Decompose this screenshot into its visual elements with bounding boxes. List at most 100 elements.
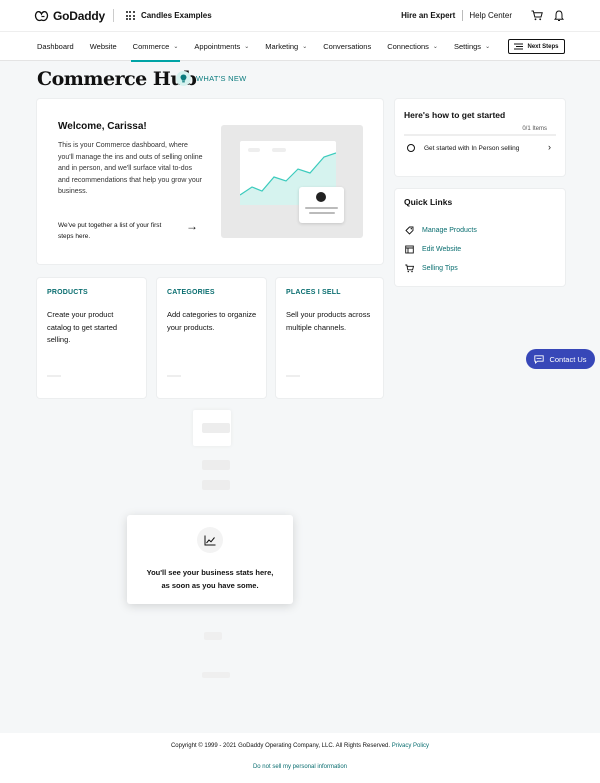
card-label: PRODUCTS <box>47 289 88 296</box>
card-text: Create your product catalog to get start… <box>47 310 118 344</box>
illustration-line <box>305 207 338 209</box>
welcome-card: Welcome, Carissa! This is your Commerce … <box>37 99 383 264</box>
card-text: Add categories to organize your products… <box>167 310 257 332</box>
progress-bar <box>404 134 556 136</box>
nav-label: Website <box>89 41 117 51</box>
contact-us-button[interactable]: Contact Us <box>526 349 595 369</box>
quick-link-selling-tips[interactable]: Selling Tips <box>405 264 458 273</box>
nav-conversations[interactable]: Conversations <box>323 31 371 61</box>
logo-text: GoDaddy <box>53 8 105 23</box>
cart-icon[interactable] <box>530 9 544 23</box>
quick-link-label: Manage Products <box>422 227 477 234</box>
list-icon <box>514 43 524 50</box>
apps-grid-icon <box>125 11 135 20</box>
card-placeholder <box>167 375 181 377</box>
places-i-sell-card[interactable]: PLACES I SELL Sell your products across … <box>276 278 383 398</box>
lightbulb-icon <box>176 71 191 86</box>
chevron-down-icon: ⌄ <box>432 43 438 50</box>
godaddy-logo[interactable]: GoDaddy <box>34 9 105 23</box>
welcome-description: This is your Commerce dashboard, where y… <box>58 142 203 195</box>
dashboard-illustration <box>221 125 363 238</box>
tag-icon <box>405 226 414 235</box>
nav-marketing[interactable]: Marketing ⌄ <box>265 31 307 61</box>
next-steps-label: Next Steps <box>527 43 559 50</box>
quick-link-edit-website[interactable]: Edit Website <box>405 245 461 254</box>
help-center-link[interactable]: Help Center <box>469 11 522 20</box>
loading-skeleton <box>202 460 230 470</box>
footer-copyright: Copyright © 1999 - 2021 GoDaddy Operatin… <box>0 743 600 749</box>
main-nav: Dashboard Website Commerce ⌄ Appointments… <box>0 31 600 62</box>
nav-label: Conversations <box>323 41 372 51</box>
loading-skeleton <box>204 632 222 640</box>
cart-icon <box>405 264 414 273</box>
chevron-down-icon: ⌄ <box>173 43 179 50</box>
nav-label: Appointments <box>194 41 241 51</box>
nav-website[interactable]: Website <box>90 31 117 61</box>
logo-divider <box>112 9 114 22</box>
page-title: Commerce Hub <box>37 68 197 90</box>
card-placeholder <box>47 375 61 377</box>
top-divider <box>462 10 464 21</box>
nav-label: Marketing <box>265 41 299 51</box>
card-placeholder <box>286 375 300 377</box>
chevron-down-icon: ⌄ <box>302 43 308 50</box>
getting-started-title: Here's how to get started <box>404 110 506 120</box>
copyright-text: Copyright © 1999 - 2021 GoDaddy Operatin… <box>170 743 391 749</box>
next-steps-button[interactable]: Next Steps <box>508 39 565 54</box>
welcome-title: Welcome, Carissa! <box>58 121 147 132</box>
line-chart-icon <box>197 527 223 553</box>
products-card[interactable]: PRODUCTS Create your product catalog to … <box>37 278 146 398</box>
contact-us-label: Contact Us <box>549 354 587 364</box>
store-icon <box>316 192 326 202</box>
illustration-line <box>309 212 335 214</box>
do-not-sell-link[interactable]: Do not sell my personal information <box>253 764 347 770</box>
business-stats-empty-state: You'll see your business stats here, as … <box>127 515 293 604</box>
nav-settings[interactable]: Settings ⌄ <box>454 31 490 61</box>
task-label: Get started with In Person selling <box>424 144 520 152</box>
arrow-right-icon[interactable]: → <box>186 219 198 233</box>
nav-dashboard[interactable]: Dashboard <box>37 31 74 61</box>
chevron-down-icon: ⌄ <box>485 43 491 50</box>
getting-started-card: Here's how to get started 0/1 Items Get … <box>395 99 565 176</box>
stats-message: You'll see your business stats here, as … <box>127 567 293 592</box>
card-text: Sell your products across multiple chann… <box>286 310 371 332</box>
nav-label: Settings <box>453 41 482 51</box>
privacy-policy-link[interactable]: Privacy Policy <box>392 743 429 749</box>
top-bar: GoDaddy Candles Examples Hire an Expert … <box>0 0 600 31</box>
whats-new-label: WHAT'S NEW <box>196 74 247 83</box>
first-steps-text[interactable]: We've put together a list of your first … <box>58 221 178 242</box>
chat-icon <box>534 354 545 364</box>
site-name: Candles Examples <box>140 11 212 20</box>
nav-label: Dashboard <box>37 41 74 51</box>
task-item[interactable]: Get started with In Person selling <box>407 144 519 152</box>
whats-new-link[interactable]: WHAT'S NEW <box>176 71 247 86</box>
stats-message-line: You'll see your business stats here, <box>146 568 274 577</box>
nav-connections[interactable]: Connections ⌄ <box>387 31 438 61</box>
loading-skeleton <box>202 423 230 433</box>
quick-link-label: Selling Tips <box>422 265 458 272</box>
site-switcher[interactable]: Candles Examples <box>125 11 212 20</box>
loading-skeleton <box>202 480 230 490</box>
checkbox-circle-icon[interactable] <box>407 144 415 152</box>
quick-links-title: Quick Links <box>404 197 453 207</box>
chevron-down-icon: ⌄ <box>244 43 250 50</box>
stats-message-line: as soon as you have some. <box>161 580 259 590</box>
notification-illustration <box>299 187 344 223</box>
chevron-right-icon[interactable]: › <box>548 142 551 152</box>
card-label: PLACES I SELL <box>286 289 341 296</box>
items-count: 0/1 Items <box>522 126 547 132</box>
hire-expert-link[interactable]: Hire an Expert <box>401 11 462 20</box>
footer: Copyright © 1999 - 2021 GoDaddy Operatin… <box>0 733 600 783</box>
quick-link-manage-products[interactable]: Manage Products <box>405 226 477 235</box>
nav-appointments[interactable]: Appointments ⌄ <box>194 31 249 61</box>
quick-links-card: Quick Links Manage Products Edit Website… <box>395 189 565 286</box>
nav-commerce[interactable]: Commerce ⌄ <box>130 31 181 62</box>
website-icon <box>405 245 414 254</box>
categories-card[interactable]: CATEGORIES Add categories to organize yo… <box>157 278 266 398</box>
godaddy-logo-icon <box>34 10 49 21</box>
nav-label: Connections <box>387 41 429 51</box>
bell-icon[interactable] <box>552 9 566 23</box>
quick-link-label: Edit Website <box>422 246 462 253</box>
card-label: CATEGORIES <box>167 289 215 296</box>
loading-skeleton <box>202 672 230 678</box>
